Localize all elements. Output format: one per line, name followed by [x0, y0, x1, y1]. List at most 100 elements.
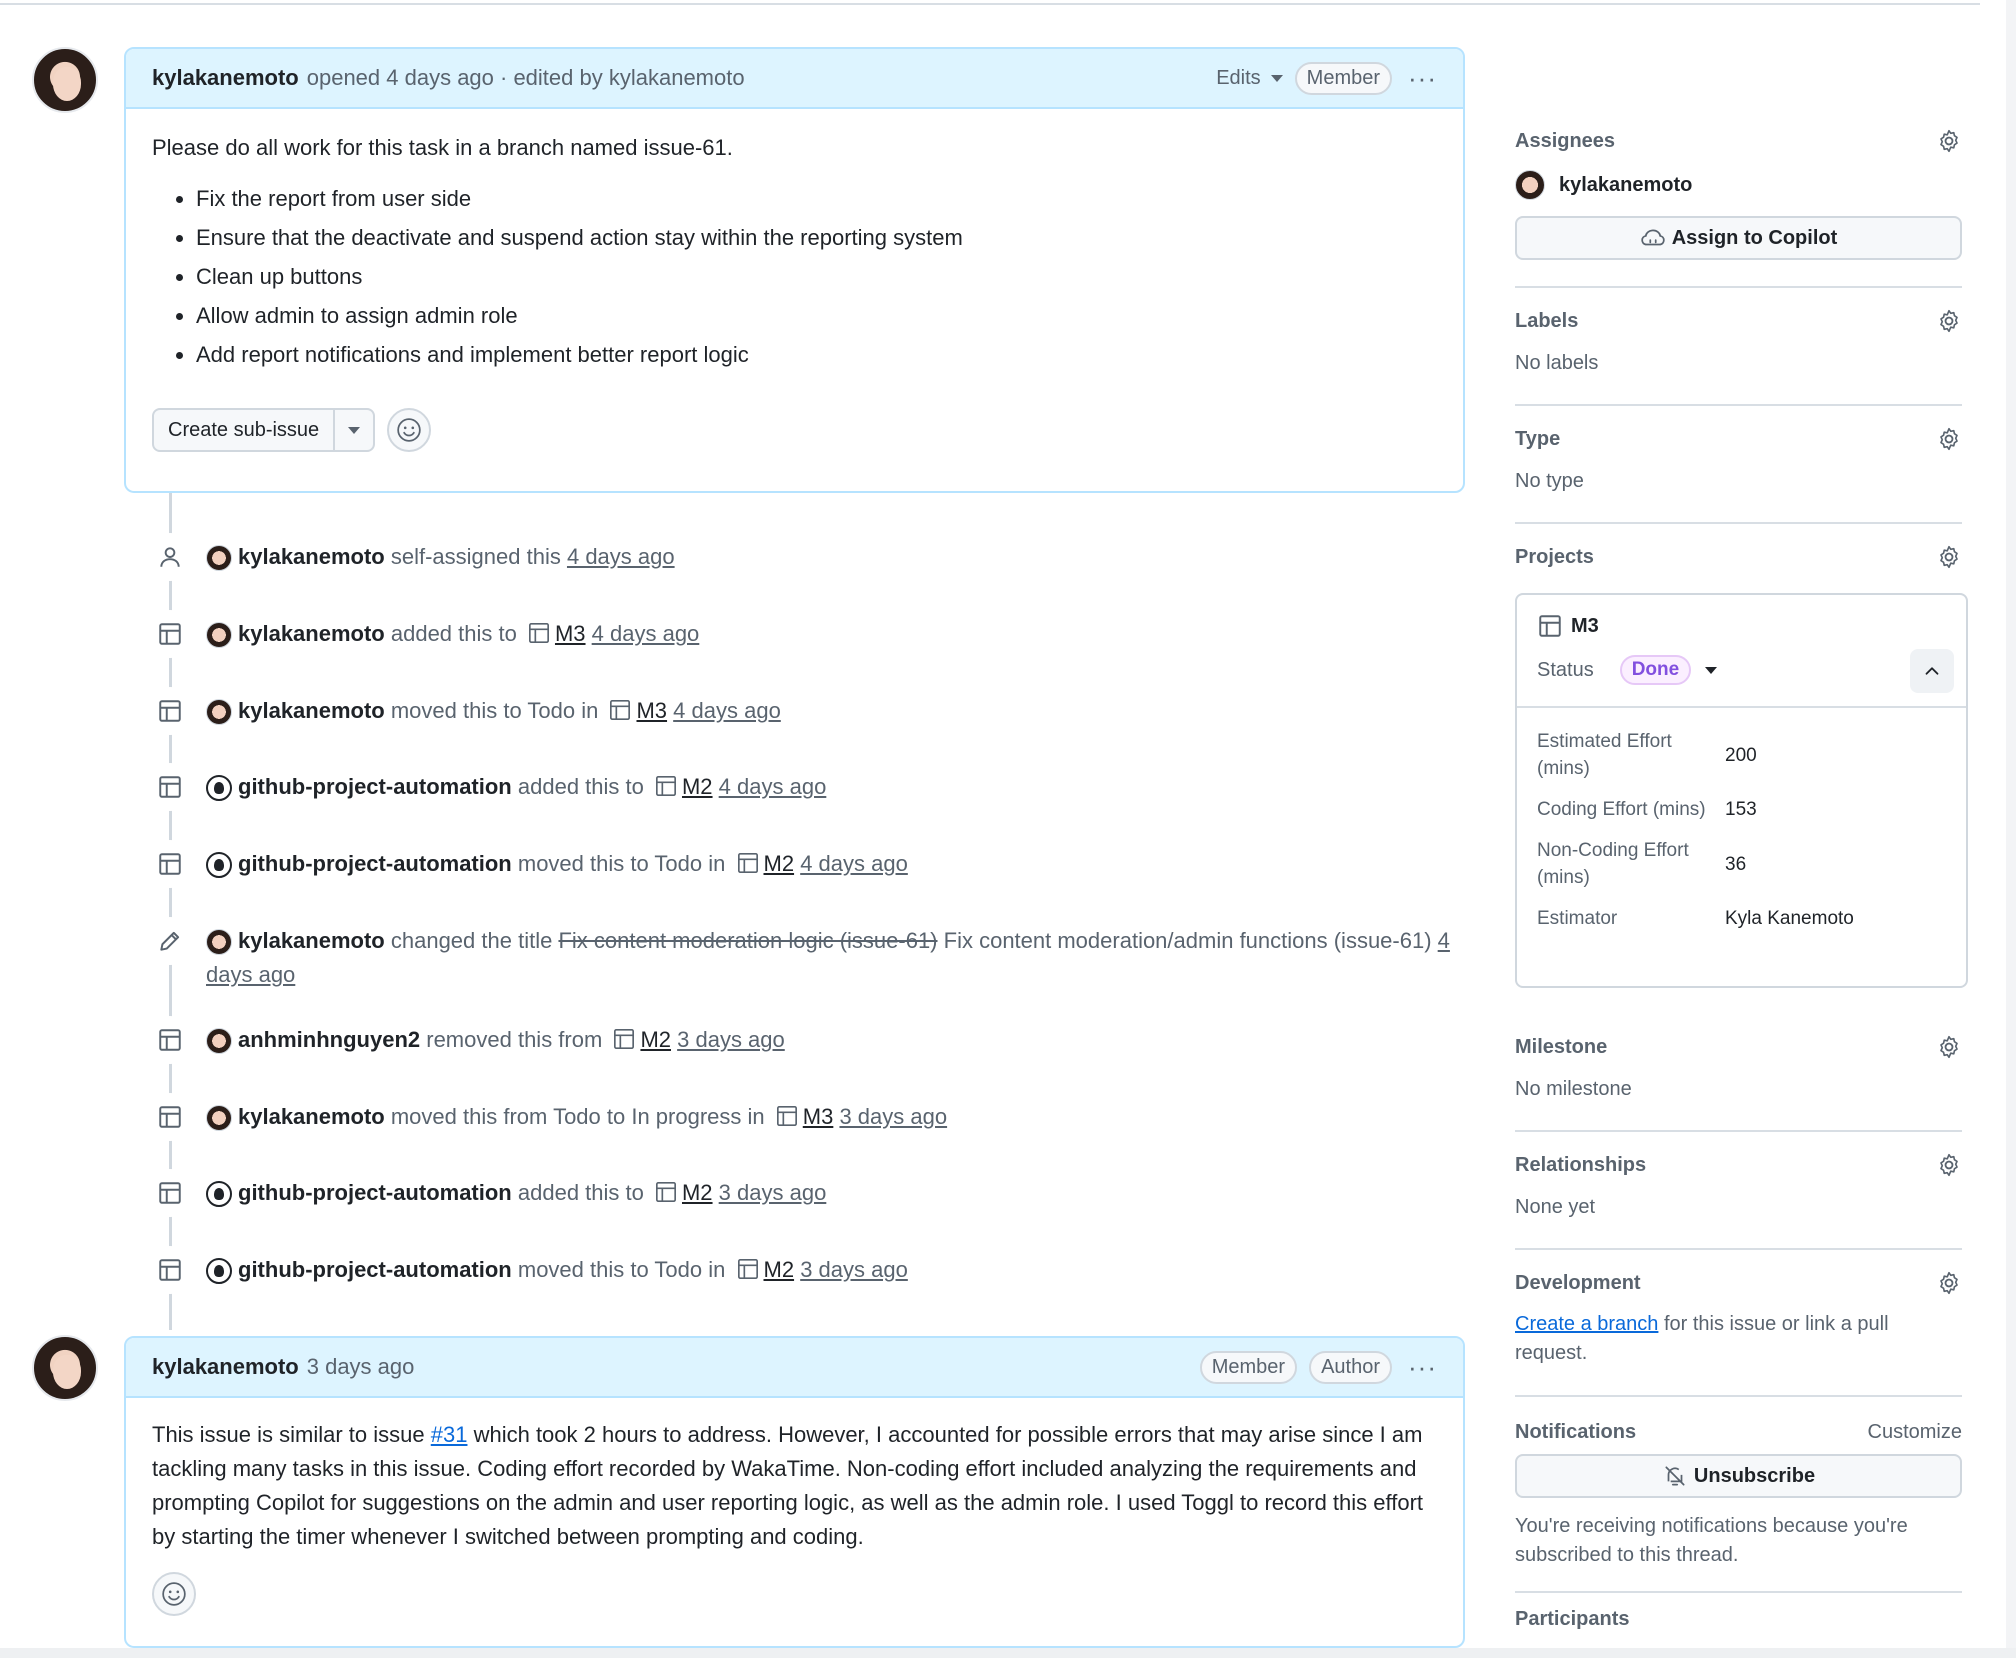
actor-avatar[interactable] [206, 545, 232, 572]
project-link[interactable]: M2 [764, 851, 795, 876]
create-sub-issue-button[interactable]: Create sub-issue [152, 408, 376, 452]
project-name-row[interactable]: M3 [1537, 613, 1946, 639]
project-card-header: M3 Status Done [1517, 595, 1966, 708]
event-time[interactable]: 3 days ago [839, 1104, 947, 1129]
field-value: 36 [1725, 853, 1747, 875]
event-actor[interactable]: github-project-automation [238, 774, 512, 799]
add-reaction-button[interactable] [387, 408, 432, 452]
project-link[interactable]: M2 [682, 774, 713, 799]
task-item: Fix the report from user side [196, 179, 1437, 218]
author-badge: Author [1309, 1350, 1393, 1384]
actor-avatar[interactable] [206, 1105, 232, 1132]
smiley-icon [397, 418, 421, 442]
event-actor[interactable]: github-project-automation [238, 1180, 512, 1205]
type-section: Type No type [1515, 426, 1962, 524]
table-icon [146, 1169, 194, 1217]
gear-icon[interactable] [1936, 308, 1962, 334]
comment-time[interactable]: 3 days ago [307, 1354, 415, 1380]
task-list: Fix the report from user side Ensure tha… [196, 179, 1437, 374]
field-row[interactable]: Estimator Kyla Kanemoto [1537, 905, 1946, 932]
status-badge[interactable]: Done [1619, 655, 1692, 685]
event-time[interactable]: 4 days ago [592, 621, 700, 646]
event-time[interactable]: 4 days ago [673, 698, 781, 723]
project-link[interactable]: M3 [636, 698, 667, 723]
comment-text-part: This issue is similar to issue [152, 1422, 431, 1447]
event-actor[interactable]: kylakanemoto [238, 544, 385, 569]
project-table-icon [655, 776, 676, 796]
github-bot-avatar[interactable] [206, 852, 232, 879]
field-row[interactable]: Estimated Effort (mins) 200 [1537, 728, 1946, 782]
actor-avatar[interactable] [206, 1028, 232, 1055]
assignee-item[interactable]: kylakanemoto [1515, 170, 1962, 200]
event-time[interactable]: 3 days ago [677, 1027, 785, 1052]
event-text: kylakanemoto moved this to Todo in M3 4 … [206, 694, 781, 728]
field-row[interactable]: Coding Effort (mins) 153 [1537, 796, 1946, 823]
field-key: Estimator [1537, 908, 1618, 929]
author-avatar[interactable] [32, 1335, 98, 1401]
actor-avatar[interactable] [206, 622, 232, 649]
author-avatar[interactable] [32, 47, 98, 113]
gear-icon[interactable] [1936, 1270, 1962, 1296]
comment-author[interactable]: kylakanemoto [152, 1354, 299, 1380]
customize-link[interactable]: Customize [1868, 1421, 1962, 1444]
issue-link[interactable]: #31 [431, 1422, 468, 1447]
milestone-value: No milestone [1515, 1078, 1632, 1100]
create-sub-issue-dropdown[interactable] [333, 410, 373, 450]
participants-title: Participants [1515, 1608, 1630, 1630]
event-time[interactable]: 4 days ago [719, 774, 827, 799]
timeline-event: github-project-automation moved this to … [146, 1246, 1476, 1294]
table-icon [146, 1093, 194, 1141]
event-action: self-assigned this [390, 544, 561, 569]
status-dropdown-icon[interactable] [1705, 666, 1718, 674]
event-actor[interactable]: kylakanemoto [238, 928, 385, 953]
comment-author[interactable]: kylakanemoto [152, 65, 299, 91]
add-reaction-button[interactable] [152, 1572, 196, 1616]
edits-dropdown[interactable]: Edits [1216, 67, 1283, 90]
project-table-icon [776, 1106, 797, 1126]
project-card: M3 Status Done Estimated Effort (mins) 20… [1515, 593, 1968, 988]
event-time[interactable]: 4 days ago [800, 851, 908, 876]
event-text: github-project-automation moved this to … [206, 1253, 908, 1287]
gear-icon[interactable] [1936, 426, 1962, 452]
event-actor[interactable]: anhminhnguyen2 [238, 1027, 420, 1052]
timeline-event-title-change: kylakanemoto changed the title Fix conte… [146, 917, 1476, 992]
unsubscribe-button[interactable]: Unsubscribe [1515, 1454, 1962, 1498]
event-time[interactable]: 3 days ago [719, 1180, 827, 1205]
project-link[interactable]: M2 [640, 1027, 671, 1052]
gear-icon[interactable] [1936, 128, 1962, 154]
event-text: github-project-automation moved this to … [206, 847, 908, 881]
project-link[interactable]: M3 [555, 621, 586, 646]
kebab-menu-icon[interactable]: ··· [1408, 1352, 1437, 1383]
assign-to-copilot-button[interactable]: Assign to Copilot [1515, 216, 1962, 260]
github-bot-avatar[interactable] [206, 1181, 232, 1208]
actor-avatar[interactable] [206, 929, 232, 956]
timeline-event: kylakanemoto moved this from Todo to In … [146, 1093, 1476, 1141]
body-intro: Please do all work for this task in a br… [152, 135, 733, 160]
gear-icon[interactable] [1936, 544, 1962, 570]
event-actor[interactable]: kylakanemoto [238, 1104, 385, 1129]
development-title: Development [1515, 1271, 1641, 1294]
field-row[interactable]: Non-Coding Effort (mins) 36 [1537, 837, 1946, 891]
event-action: added this to [517, 1180, 644, 1205]
event-actor[interactable]: kylakanemoto [238, 621, 385, 646]
project-link[interactable]: M2 [764, 1257, 795, 1282]
project-link[interactable]: M3 [803, 1104, 834, 1129]
field-key: Coding Effort (mins) [1537, 799, 1706, 820]
event-actor[interactable]: kylakanemoto [238, 698, 385, 723]
gear-icon[interactable] [1936, 1034, 1962, 1060]
event-actor[interactable]: github-project-automation [238, 851, 512, 876]
event-actor[interactable]: github-project-automation [238, 1257, 512, 1282]
event-time[interactable]: 3 days ago [800, 1257, 908, 1282]
github-bot-avatar[interactable] [206, 1258, 232, 1285]
table-icon [146, 687, 194, 735]
kebab-menu-icon[interactable]: ··· [1408, 63, 1437, 94]
create-branch-link[interactable]: Create a branch [1515, 1313, 1658, 1335]
person-icon [146, 533, 194, 581]
github-bot-avatar[interactable] [206, 775, 232, 802]
project-link[interactable]: M2 [682, 1180, 713, 1205]
collapse-button[interactable] [1910, 649, 1954, 693]
gear-icon[interactable] [1936, 1152, 1962, 1178]
scrollbar-track[interactable] [2006, 0, 2016, 1658]
actor-avatar[interactable] [206, 699, 232, 726]
event-time[interactable]: 4 days ago [567, 544, 675, 569]
